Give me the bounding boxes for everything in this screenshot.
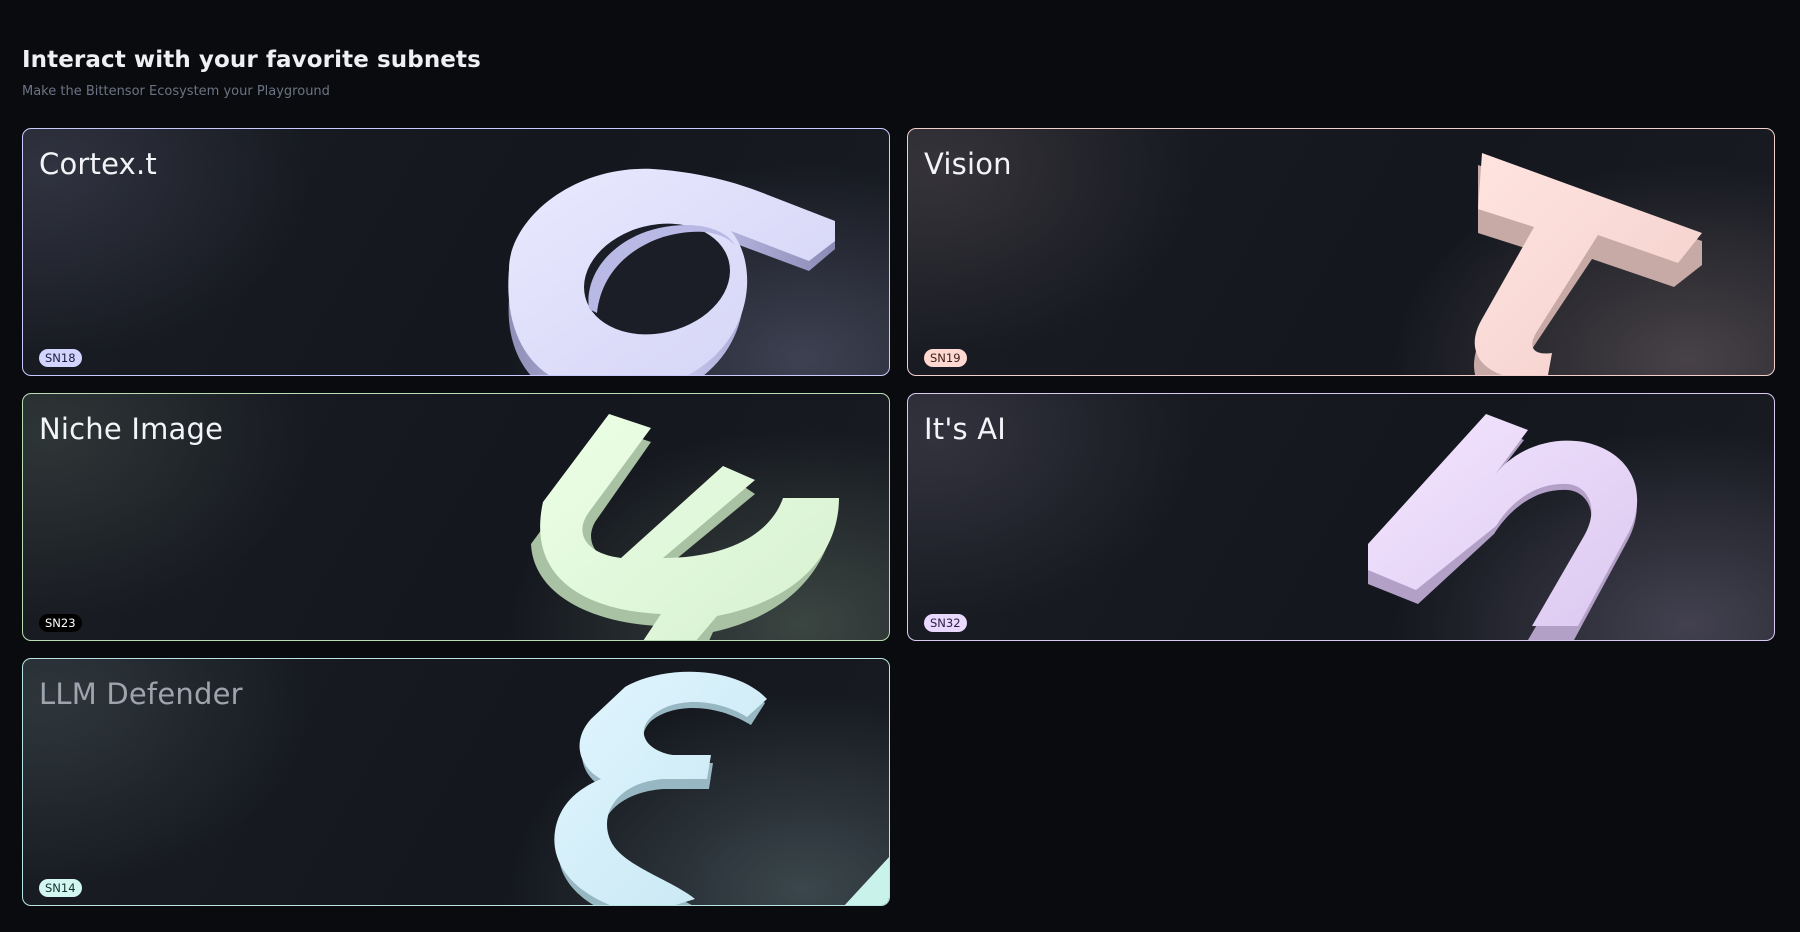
subnet-badge: SN23 [39,614,82,632]
subnet-badge: SN32 [924,614,967,632]
page-title: Interact with your favorite subnets [22,47,481,73]
page: Interact with your favorite subnets Make… [0,0,1800,932]
card-title: Niche Image [39,412,224,446]
subnet-card-its-ai[interactable]: It's AI SN32 [907,393,1775,641]
card-title: LLM Defender [39,677,243,711]
page-subtitle: Make the Bittensor Ecosystem your Playgr… [22,84,330,99]
tau-symbol-icon [1474,153,1702,375]
subnet-badge: SN18 [39,349,82,367]
eta-symbol-icon [1368,414,1638,640]
card-title: Cortex.t [39,147,157,181]
subnet-card-vision[interactable]: Vision SN19 [907,128,1775,376]
subnet-badge: SN14 [39,879,82,897]
subnet-badge: SN19 [924,349,967,367]
card-title: It's AI [924,412,1007,446]
card-title: Vision [924,147,1012,181]
subnet-card-cortex-t[interactable]: Cortex.t SN18 [22,128,890,376]
subnet-card-llm-defender[interactable]: LLM Defender SN14 [22,658,890,906]
subnet-card-niche-image[interactable]: Niche Image SN23 [22,393,890,641]
subnet-grid: Cortex.t SN18 Vision SN19 Niche Image SN… [22,128,1775,906]
